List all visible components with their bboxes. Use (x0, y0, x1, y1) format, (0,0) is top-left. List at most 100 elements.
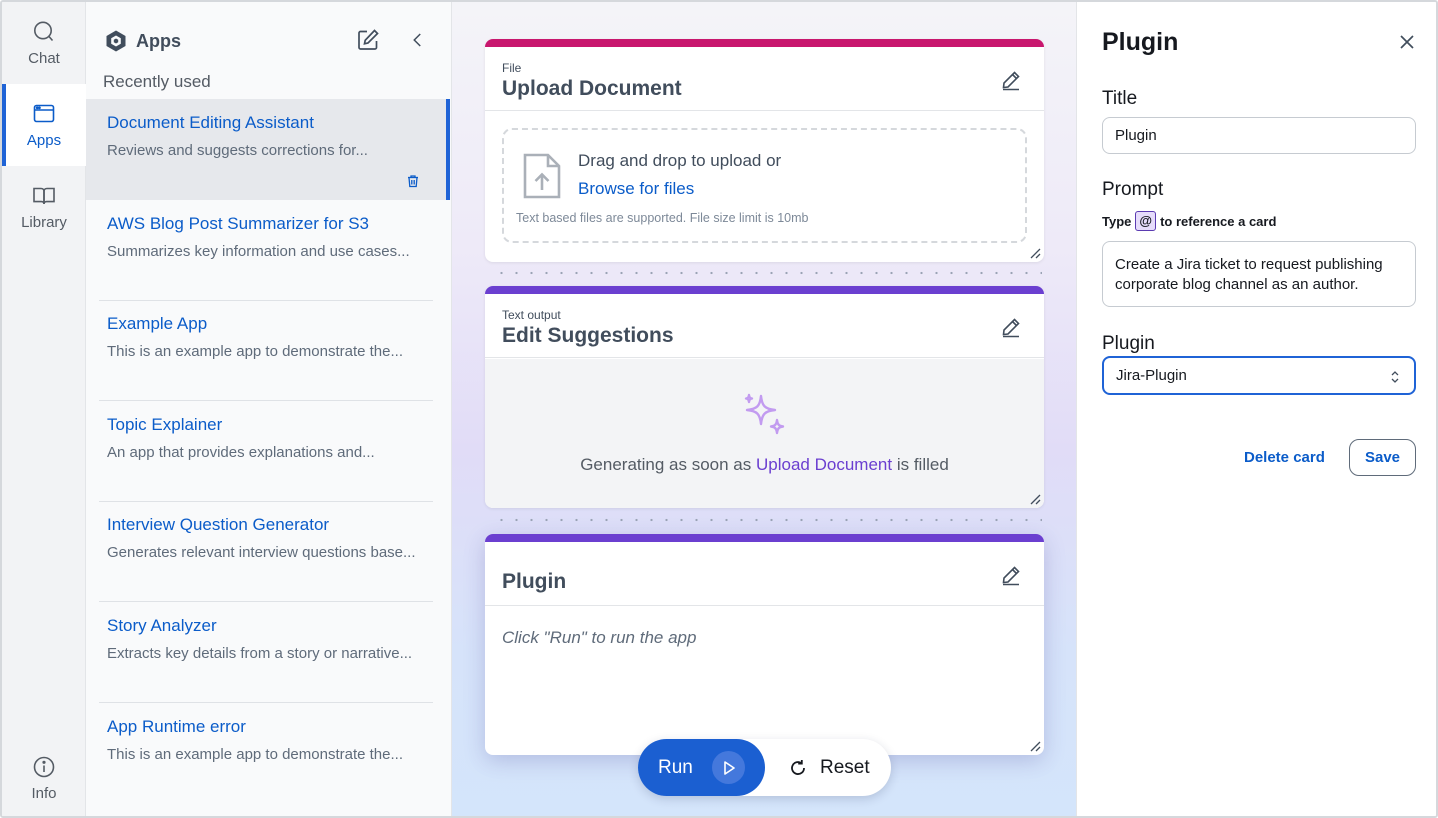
delete-card-button[interactable]: Delete card (1244, 449, 1325, 466)
save-button[interactable]: Save (1349, 439, 1416, 476)
resize-handle-icon[interactable] (1029, 493, 1041, 505)
status-suffix: is filled (896, 455, 949, 474)
app-description: Generates relevant interview questions b… (107, 544, 416, 561)
info-icon (33, 756, 55, 777)
resize-handle-icon[interactable] (1029, 247, 1041, 259)
app-description: This is an example app to demonstrate th… (107, 343, 403, 360)
card-kind: File (502, 61, 522, 75)
generation-status: Generating as soon as Upload Document is… (485, 455, 1044, 475)
connector-dots (494, 271, 1042, 275)
app-name: Topic Explainer (107, 415, 223, 434)
card-header: Plugin (485, 542, 1044, 606)
plugin-select-value: Jira-Plugin (1116, 367, 1187, 384)
app-name: AWS Blog Post Summarizer for S3 (107, 214, 370, 233)
app-list-item[interactable]: Document Editing Assistant Reviews and s… (86, 99, 450, 200)
card-title: Plugin (502, 570, 567, 593)
status-card-reference: Upload Document (756, 455, 893, 474)
app-description: Extracts key details from a story or nar… (107, 645, 413, 662)
rail-item-apps[interactable]: Apps (2, 84, 86, 166)
rail-item-library[interactable]: Library (2, 166, 86, 248)
run-button[interactable]: Run (638, 739, 765, 796)
browse-files-link[interactable]: Browse for files (578, 179, 694, 199)
app-canvas: File Upload Document Drag and drop to up… (452, 2, 1076, 816)
select-caret-icon (1391, 371, 1399, 383)
title-field-label: Title (1102, 88, 1138, 109)
app-name: Document Editing Assistant (107, 113, 314, 132)
pencil-icon[interactable] (1000, 69, 1022, 91)
prompt-textarea[interactable]: Create a Jira ticket to request publishi… (1102, 241, 1416, 307)
rail-item-label: Library (21, 213, 67, 231)
prompt-hint: Type @ to reference a card (1102, 211, 1276, 231)
apps-icon (33, 104, 55, 122)
run-label: Run (658, 756, 693, 778)
rail-item-label: Info (31, 784, 57, 802)
app-name: Story Analyzer (107, 616, 217, 635)
play-icon (712, 751, 745, 784)
app-description: Reviews and suggests corrections for... (107, 142, 368, 159)
upload-document-card: File Upload Document Drag and drop to up… (485, 39, 1044, 262)
card-accent-bar (485, 534, 1044, 542)
nav-rail: Chat Apps Library Info (2, 2, 86, 816)
recently-used-label: Recently used (103, 72, 211, 91)
app-description: An app that provides explanations and... (107, 444, 375, 461)
plugin-card: Plugin Click "Run" to run the app (485, 534, 1044, 755)
rail-item-label: Apps (26, 131, 62, 149)
card-title: Edit Suggestions (502, 324, 674, 347)
app-name: Example App (107, 314, 208, 333)
prompt-field-label: Prompt (1102, 179, 1164, 200)
connector-dots (494, 518, 1042, 522)
new-app-button[interactable] (354, 26, 382, 54)
app-description: This is an example app to demonstrate th… (107, 746, 403, 763)
chevron-left-icon (413, 33, 421, 47)
title-input[interactable]: Plugin (1102, 117, 1416, 154)
app-list-item[interactable]: Interview Question Generator Generates r… (86, 501, 450, 602)
pencil-icon[interactable] (1000, 564, 1022, 586)
app-logo-icon (106, 30, 126, 52)
resize-handle-icon[interactable] (1029, 740, 1041, 752)
run-controls: Run Reset (638, 739, 891, 796)
hint-prefix: Type (1102, 213, 1132, 229)
plugin-output-placeholder: Click "Run" to run the app (502, 628, 697, 647)
app-list-item[interactable]: AWS Blog Post Summarizer for S3 Summariz… (86, 200, 450, 301)
file-dropzone[interactable]: Drag and drop to upload or Browse for fi… (502, 128, 1027, 243)
hint-suffix: to reference a card (1160, 213, 1277, 229)
reset-icon (791, 759, 805, 775)
edit-suggestions-card: Text output Edit Suggestions Generating … (485, 286, 1044, 508)
rail-item-chat[interactable]: Chat (2, 2, 86, 84)
app-list-item[interactable]: App Runtime error This is an example app… (86, 703, 450, 804)
plugin-select[interactable]: Jira-Plugin (1102, 356, 1416, 395)
reset-button[interactable]: Reset (788, 739, 870, 796)
chat-icon (34, 21, 54, 41)
plugin-field-label: Plugin (1102, 333, 1155, 354)
card-settings-panel: Plugin Title Plugin Prompt Type @ to ref… (1076, 2, 1436, 816)
app-window: Chat Apps Library Info Apps Recently use… (0, 0, 1438, 818)
app-name: Interview Question Generator (107, 515, 330, 534)
edit-icon (358, 29, 379, 50)
app-list-item[interactable]: Topic Explainer An app that provides exp… (86, 401, 450, 502)
pencil-icon[interactable] (1000, 316, 1022, 338)
file-constraints-note: Text based files are supported. File siz… (516, 211, 809, 225)
rail-item-info[interactable]: Info (2, 738, 86, 816)
card-header: File Upload Document (485, 47, 1044, 111)
status-prefix: Generating as soon as (580, 455, 752, 474)
apps-panel-header: Apps (104, 26, 433, 56)
card-accent-bar (485, 286, 1044, 294)
rail-item-label: Chat (28, 49, 60, 67)
close-icon[interactable] (1397, 32, 1417, 52)
card-body: Generating as soon as Upload Document is… (485, 359, 1044, 508)
card-header: Text output Edit Suggestions (485, 294, 1044, 358)
library-icon (33, 187, 55, 204)
card-accent-bar (485, 39, 1044, 47)
apps-panel-title: Apps (136, 30, 181, 51)
reset-label: Reset (820, 756, 870, 778)
app-list-item[interactable]: Example App This is an example app to de… (86, 300, 450, 401)
app-description: Summarizes key information and use cases… (107, 243, 410, 260)
app-name: App Runtime error (107, 717, 246, 736)
file-upload-icon (523, 153, 561, 199)
card-kind: Text output (502, 308, 561, 322)
collapse-panel-button[interactable] (404, 26, 432, 54)
trash-icon[interactable] (406, 174, 420, 188)
app-list-item[interactable]: Story Analyzer Extracts key details from… (86, 602, 450, 703)
at-mention-key: @ (1135, 211, 1157, 231)
panel-title: Plugin (1102, 28, 1179, 56)
